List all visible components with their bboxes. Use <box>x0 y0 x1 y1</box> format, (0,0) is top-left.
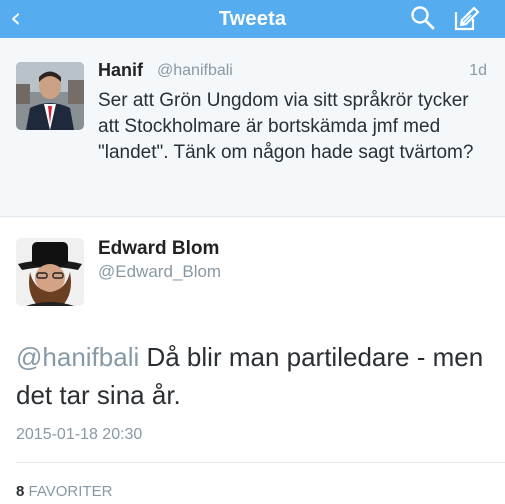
mention-link[interactable]: @hanifbali <box>16 342 139 372</box>
favorites-label: FAVORITER <box>28 483 113 500</box>
author-name[interactable]: Edward Blom <box>98 238 219 260</box>
favorites-count[interactable]: 8 FAVORITER <box>16 483 112 500</box>
tweet-timestamp: 2015-01-18 20:30 <box>16 426 143 443</box>
tweet-age: 1d <box>469 62 487 79</box>
in-reply-to-tweet[interactable]: Hanif @hanifbali 1d Ser att Grön Ungdom … <box>0 38 505 217</box>
search-icon[interactable] <box>410 5 436 31</box>
avatar[interactable] <box>16 62 84 130</box>
profile-photo <box>16 62 84 130</box>
navigation-bar: ‹ Tweeta <box>0 0 505 38</box>
divider <box>16 462 505 463</box>
author-handle[interactable]: @hanifbali <box>157 62 233 80</box>
tweet-text: Ser att Grön Ungdom via sitt språkrör ty… <box>98 90 474 163</box>
profile-photo <box>16 238 84 306</box>
avatar[interactable] <box>16 238 84 306</box>
author-handle[interactable]: @Edward_Blom <box>98 262 221 282</box>
favorites-number: 8 <box>16 483 25 500</box>
author-name[interactable]: Hanif <box>98 60 143 81</box>
compose-icon[interactable] <box>452 5 480 33</box>
tweet-text: @hanifbali Då blir man partiledare - men… <box>16 338 486 414</box>
